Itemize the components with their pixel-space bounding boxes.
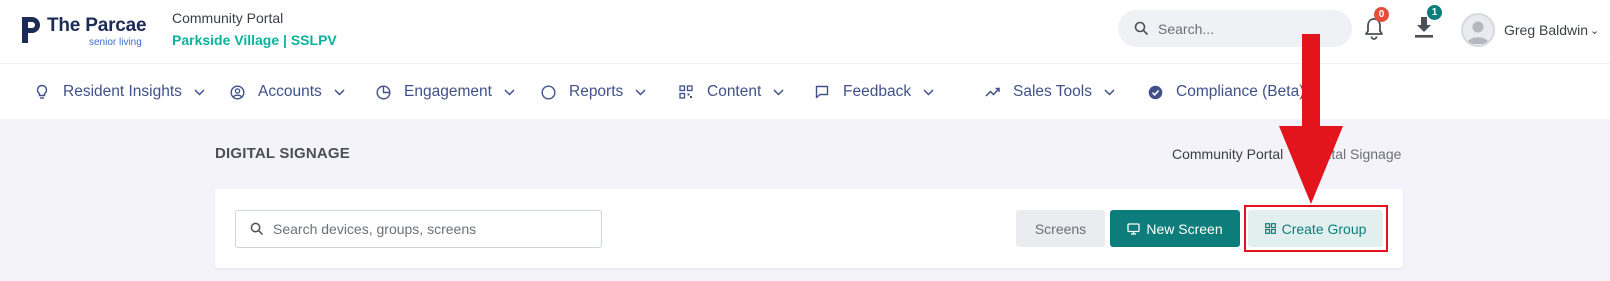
- parcae-logo-icon: [22, 17, 40, 43]
- search-icon: [1134, 21, 1148, 35]
- device-search[interactable]: [235, 210, 602, 248]
- community-switcher[interactable]: Community Portal Parkside Village | SSLP…: [172, 10, 337, 48]
- user-circle-icon: [228, 83, 246, 101]
- nav-label: Resident Insights: [63, 83, 182, 100]
- device-search-input[interactable]: [273, 211, 593, 247]
- circle-icon: [539, 83, 557, 101]
- screens-button[interactable]: Screens: [1016, 210, 1105, 247]
- chevron-down-icon: [504, 88, 515, 96]
- breadcrumb-separator: >: [1291, 146, 1300, 162]
- page-title: DIGITAL SIGNAGE: [215, 145, 350, 162]
- community-label: Community Portal: [172, 10, 284, 26]
- nav-label: Feedback: [843, 83, 912, 100]
- global-search[interactable]: [1118, 10, 1352, 47]
- nav-label: Reports: [569, 83, 624, 100]
- nav-item-compliance[interactable]: Compliance (Beta): [1146, 64, 1304, 120]
- grid-icon: [1264, 223, 1276, 234]
- avatar: [1461, 13, 1495, 47]
- screens-button-label: Screens: [1034, 220, 1087, 237]
- download-count-badge: 1: [1427, 5, 1442, 20]
- breadcrumb: Community Portal > Digital Signage: [1172, 146, 1401, 162]
- trending-up-icon: [983, 83, 1001, 101]
- nav-item-sales-tools[interactable]: Sales Tools: [983, 64, 1115, 120]
- user-placeholder-icon: [1467, 21, 1489, 44]
- nav-label: Content: [707, 83, 762, 100]
- search-icon: [250, 222, 263, 235]
- chevron-down-icon: [1104, 88, 1115, 96]
- nav-item-feedback[interactable]: Feedback: [813, 64, 934, 120]
- chevron-down-icon: [334, 88, 345, 96]
- chevron-down-icon: [194, 88, 205, 96]
- lightbulb-icon: [33, 83, 51, 101]
- message-square-icon: [813, 83, 831, 101]
- toolbar-card: Screens New Screen Create Group: [215, 189, 1403, 268]
- chevron-down-icon: [635, 88, 646, 96]
- top-header: The Parcae senior living Community Porta…: [0, 0, 1610, 63]
- chevron-down-icon: [923, 88, 934, 96]
- create-group-button[interactable]: Create Group: [1248, 210, 1383, 247]
- nav-label: Accounts: [258, 83, 322, 100]
- new-screen-button-label: New Screen: [1146, 220, 1223, 237]
- nav-item-engagement[interactable]: Engagement: [374, 64, 515, 120]
- global-search-input[interactable]: [1158, 10, 1338, 47]
- nav-label: Sales Tools: [1013, 83, 1092, 100]
- new-screen-button[interactable]: New Screen: [1110, 210, 1240, 247]
- nav-item-resident-insights[interactable]: Resident Insights: [33, 64, 205, 120]
- monitor-icon: [1127, 222, 1141, 235]
- community-name[interactable]: Parkside Village | SSLPV: [172, 32, 337, 48]
- breadcrumb-item-community-portal[interactable]: Community Portal: [1172, 146, 1283, 162]
- user-menu[interactable]: Greg Baldwin ⌄: [1461, 12, 1599, 48]
- logo-subtitle: senior living: [89, 37, 142, 48]
- qr-code-icon: [677, 83, 695, 101]
- breadcrumb-item-digital-signage: Digital Signage: [1307, 146, 1402, 162]
- logo-name: The Parcae: [47, 15, 147, 36]
- nav-label: Engagement: [404, 83, 492, 100]
- chevron-down-icon: ⌄: [1590, 24, 1600, 37]
- nav-label: Compliance (Beta): [1176, 83, 1305, 100]
- notification-count-badge: 0: [1374, 7, 1389, 22]
- create-group-button-label: Create Group: [1281, 220, 1367, 237]
- nav-item-content[interactable]: Content: [677, 64, 784, 120]
- check-badge-icon: [1146, 83, 1164, 101]
- pie-chart-icon: [374, 83, 392, 101]
- nav-item-accounts[interactable]: Accounts: [228, 64, 345, 120]
- brand-logo[interactable]: The Parcae senior living: [20, 13, 150, 49]
- main-navigation: Resident Insights Accounts Engagement Re…: [0, 63, 1610, 119]
- nav-item-reports[interactable]: Reports: [539, 64, 646, 120]
- chevron-down-icon: [773, 88, 784, 96]
- user-name: Greg Baldwin: [1504, 22, 1589, 38]
